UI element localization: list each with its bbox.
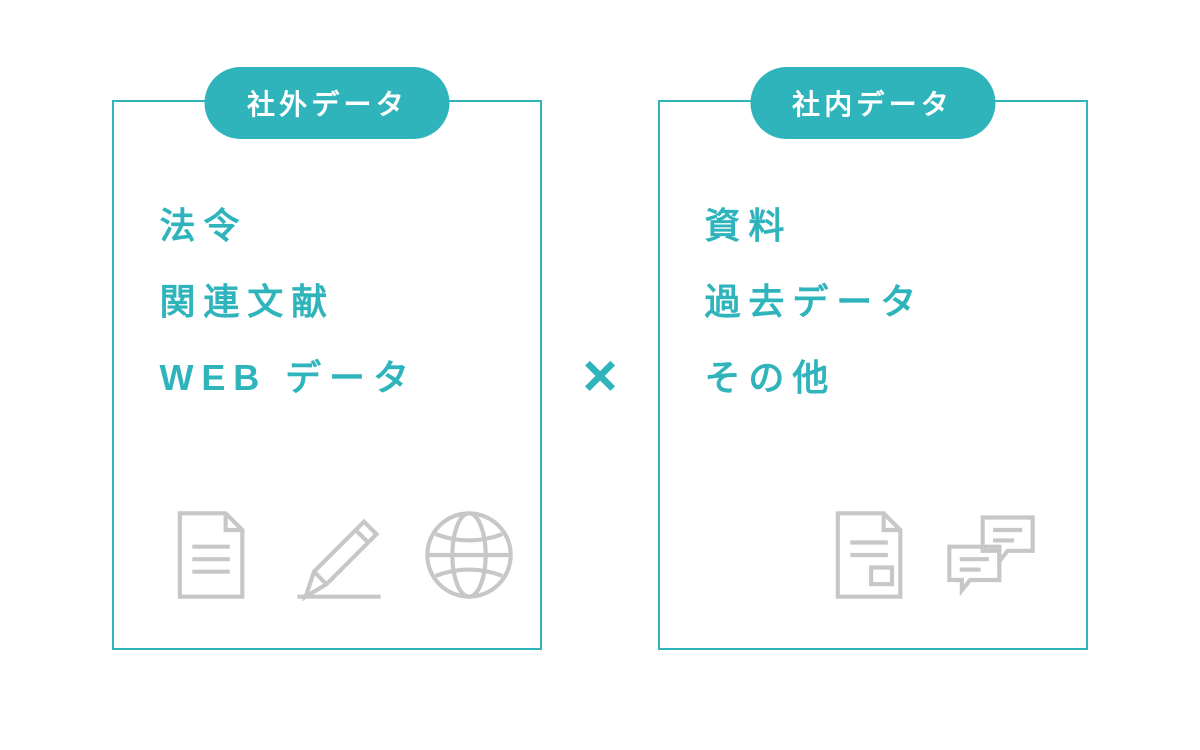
internal-data-badge: 社内データ <box>750 67 995 139</box>
internal-item-materials: 資料 <box>705 197 1041 249</box>
external-item-web: WEB データ <box>159 349 495 401</box>
external-icon-row <box>159 505 495 610</box>
external-item-literature: 関連文献 <box>159 273 495 325</box>
internal-data-items: 資料 過去データ その他 <box>705 197 1041 401</box>
external-data-badge: 社外データ <box>205 67 450 139</box>
document-icon <box>159 505 259 610</box>
globe-icon <box>419 505 519 610</box>
report-icon <box>817 505 917 610</box>
external-item-law: 法令 <box>159 197 495 249</box>
pencil-icon <box>289 505 389 610</box>
multiply-operator: × <box>582 341 617 410</box>
internal-icon-row <box>705 505 1041 610</box>
external-data-panel: 社外データ 法令 関連文献 WEB データ <box>112 100 542 650</box>
external-data-items: 法令 関連文献 WEB データ <box>159 197 495 401</box>
chat-icon <box>941 505 1041 610</box>
internal-item-other: その他 <box>705 349 1041 401</box>
internal-data-panel: 社内データ 資料 過去データ その他 <box>658 100 1088 650</box>
internal-item-past-data: 過去データ <box>705 273 1041 325</box>
